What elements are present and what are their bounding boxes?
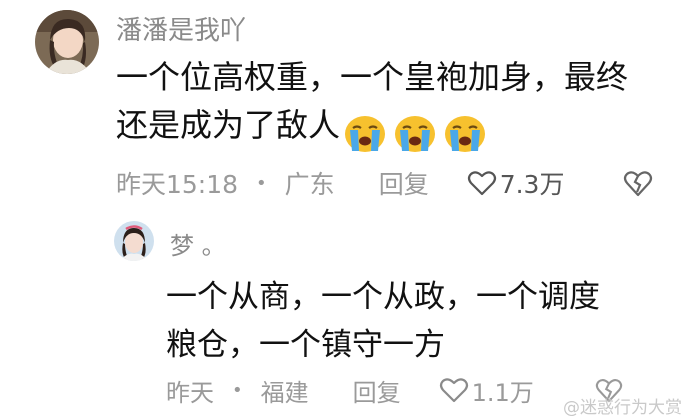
comment-text-line: 粮仓，一个镇守一方: [166, 327, 445, 363]
like-button[interactable]: 1.1万: [439, 373, 534, 408]
comment-text-line: 一个从商，一个从政，一个调度: [166, 279, 600, 315]
like-count: 7.3万: [499, 170, 565, 199]
broken-heart-icon: [623, 171, 653, 197]
dislike-button[interactable]: [623, 168, 653, 198]
username[interactable]: 梦 。: [170, 226, 226, 261]
reply-button[interactable]: 回复: [379, 165, 429, 201]
avatar[interactable]: [114, 221, 154, 261]
reply-button[interactable]: 回复: [353, 373, 401, 408]
comment-text: 一个位高权重，一个皇袍加身，最终 还是成为了敌人: [116, 53, 629, 152]
comment-meta: 昨天 • 福建 回复 1.1万: [166, 372, 534, 408]
separator-dot: •: [232, 379, 243, 401]
comment-location: 福建: [260, 378, 309, 407]
username[interactable]: 潘潘是我吖: [116, 10, 246, 47]
heart-icon: [467, 171, 496, 196]
comment-time: 昨天: [166, 378, 214, 407]
crying-face-icon: [442, 113, 488, 153]
separator-dot: •: [256, 172, 267, 194]
comment-time: 昨天15:18: [116, 170, 239, 199]
avatar[interactable]: [35, 10, 99, 74]
comment-text-line: 一个位高权重，一个皇袍加身，最终: [116, 58, 629, 96]
crying-face-icon: [342, 113, 388, 153]
comment-location: 广东: [284, 170, 335, 199]
comment-meta: 昨天15:18 • 广东 回复 7.3万: [116, 165, 564, 201]
heart-icon: [439, 378, 468, 403]
comment-text: 一个从商，一个从政，一个调度 粮仓，一个镇守一方: [166, 273, 600, 369]
watermark: @迷惑行为大赏: [563, 398, 682, 418]
like-button[interactable]: 7.3万: [467, 165, 565, 201]
comment-text-line-content: 还是成为了敌人: [116, 106, 341, 144]
like-count: 1.1万: [471, 378, 534, 407]
comment-text-line: 还是成为了敌人: [116, 101, 628, 152]
crying-face-icon: [392, 113, 438, 153]
